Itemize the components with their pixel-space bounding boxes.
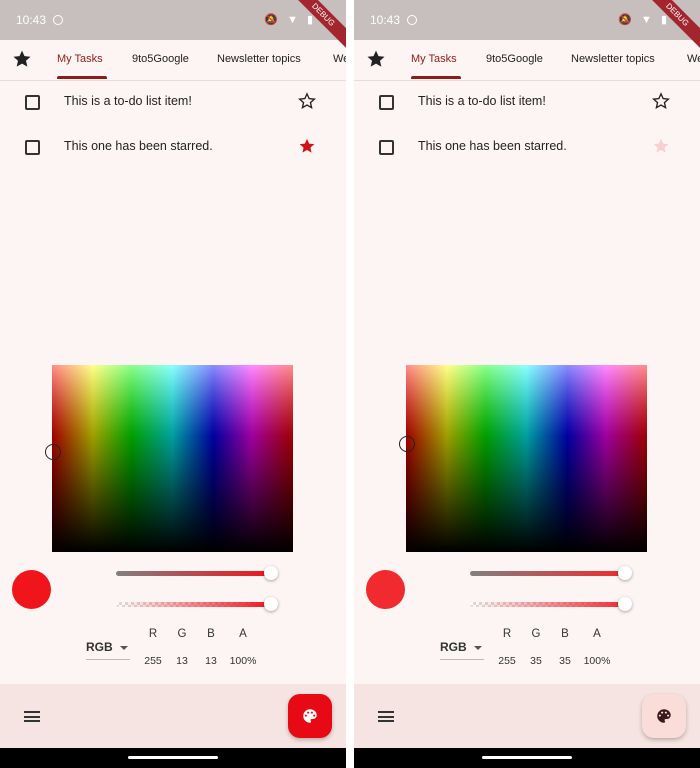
tab-newsletter-topics[interactable]: Newsletter topics (571, 53, 655, 65)
alpha-slider[interactable] (116, 602, 272, 607)
dropdown-underline (86, 659, 130, 660)
active-tab-indicator (411, 76, 461, 79)
task-text: This is a to-do list item! (64, 94, 192, 108)
bottom-app-bar (354, 684, 700, 748)
task-checkbox[interactable] (379, 140, 394, 155)
channel-label-r: R (148, 628, 158, 640)
color-spectrum-area[interactable] (399, 365, 647, 552)
status-time: 10:43 (16, 13, 47, 27)
palette-fab-button[interactable] (642, 694, 686, 738)
dropdown-caret-icon (119, 645, 128, 650)
task-checkbox[interactable] (25, 95, 40, 110)
dropdown-underline (440, 659, 484, 660)
menu-icon[interactable] (378, 711, 394, 722)
color-mode-label: RGB (86, 640, 113, 654)
task-row[interactable]: This one has been starred. (354, 127, 700, 167)
task-text: This one has been starred. (64, 139, 213, 153)
channel-value-a[interactable]: 100% (223, 655, 263, 667)
tab-we[interactable]: We (687, 53, 700, 65)
color-mode-label: RGB (440, 640, 467, 654)
channel-label-g: G (531, 628, 541, 640)
star-filled-icon[interactable] (652, 137, 670, 155)
tab-my-tasks[interactable]: My Tasks (411, 53, 457, 65)
tab-we[interactable]: We (333, 53, 346, 65)
starred-tab-icon[interactable] (12, 49, 32, 69)
task-text: This one has been starred. (418, 139, 567, 153)
tab-bar: My Tasks 9to5Google Newsletter topics We (0, 40, 346, 81)
color-picker-cursor[interactable] (399, 436, 415, 452)
star-filled-icon[interactable] (298, 137, 316, 155)
color-mode-dropdown[interactable]: RGB (440, 640, 482, 654)
task-row[interactable]: This is a to-do list item! (354, 82, 700, 122)
dropdown-caret-icon (473, 645, 482, 650)
color-mode-dropdown[interactable]: RGB (86, 640, 128, 654)
palette-icon (657, 709, 671, 723)
channel-label-b: B (561, 628, 569, 640)
task-row[interactable]: This one has been starred. (0, 127, 346, 167)
hue-slider[interactable] (470, 571, 626, 576)
color-preview-swatch (366, 570, 405, 609)
status-icons: 🔕 ▼ ▮ (618, 14, 670, 26)
hue-slider[interactable] (116, 571, 272, 576)
channel-label-a: A (239, 628, 247, 640)
tab-newsletter-topics[interactable]: Newsletter topics (217, 53, 301, 65)
menu-icon[interactable] (24, 711, 40, 722)
channel-label-g: G (177, 628, 187, 640)
home-gesture-handle[interactable] (128, 756, 218, 759)
color-spectrum-area[interactable] (45, 365, 293, 552)
color-picker-cursor[interactable] (45, 444, 61, 460)
status-bar: 10:43 🔕 ▼ ▮ DEBUG (0, 0, 346, 52)
color-preview-swatch (12, 570, 51, 609)
star-outline-icon[interactable] (652, 92, 670, 110)
tab-my-tasks[interactable]: My Tasks (57, 53, 103, 65)
system-nav-bar (354, 748, 700, 768)
home-gesture-handle[interactable] (482, 756, 572, 759)
active-tab-indicator (57, 76, 107, 79)
hue-slider-thumb[interactable] (264, 566, 278, 580)
status-time: 10:43 (370, 13, 401, 27)
phone-screen-left: 10:43 🔕 ▼ ▮ DEBUG My Tasks 9to5Google Ne… (0, 0, 346, 768)
channel-label-r: R (502, 628, 512, 640)
system-nav-bar (0, 748, 346, 768)
palette-fab-button[interactable] (288, 694, 332, 738)
channel-label-b: B (207, 628, 215, 640)
palette-icon (303, 709, 317, 723)
hue-slider-thumb[interactable] (618, 566, 632, 580)
task-checkbox[interactable] (379, 95, 394, 110)
tab-bar: My Tasks 9to5Google Newsletter topics We (354, 40, 700, 81)
notification-icon (53, 15, 63, 25)
task-checkbox[interactable] (25, 140, 40, 155)
task-row[interactable]: This is a to-do list item! (0, 82, 346, 122)
channel-value-a[interactable]: 100% (577, 655, 617, 667)
starred-tab-icon[interactable] (366, 49, 386, 69)
alpha-slider[interactable] (470, 602, 626, 607)
status-icons: 🔕 ▼ ▮ (264, 14, 316, 26)
phone-screen-right: 10:43 🔕 ▼ ▮ DEBUG My Tasks 9to5Google Ne… (354, 0, 700, 768)
tab-9to5google[interactable]: 9to5Google (486, 53, 543, 65)
bottom-app-bar (0, 684, 346, 748)
alpha-slider-thumb[interactable] (264, 597, 278, 611)
status-bar: 10:43 🔕 ▼ ▮ DEBUG (354, 0, 700, 52)
channel-label-a: A (593, 628, 601, 640)
star-outline-icon[interactable] (298, 92, 316, 110)
tab-9to5google[interactable]: 9to5Google (132, 53, 189, 65)
alpha-slider-thumb[interactable] (618, 597, 632, 611)
notification-icon (407, 15, 417, 25)
task-text: This is a to-do list item! (418, 94, 546, 108)
